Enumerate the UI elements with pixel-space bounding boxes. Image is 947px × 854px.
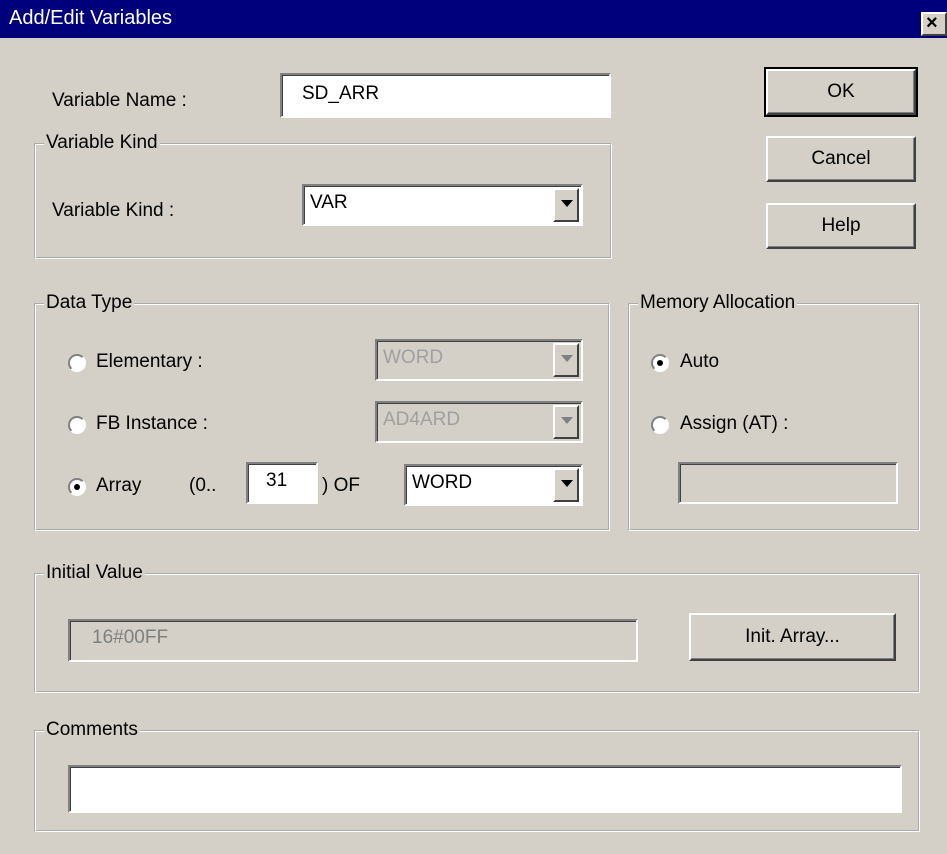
elementary-label: Elementary : bbox=[96, 351, 203, 372]
auto-label: Auto bbox=[680, 351, 720, 372]
array-element-type-value: WORD bbox=[412, 472, 473, 493]
variable-name-value: SD_ARR bbox=[302, 83, 380, 104]
array-range-start: (0.. bbox=[189, 475, 217, 496]
assign-at-label: Assign (AT) : bbox=[680, 413, 789, 434]
ok-button-label: OK bbox=[827, 81, 855, 102]
elementary-type-value: WORD bbox=[383, 347, 444, 368]
assign-address-input[interactable] bbox=[678, 462, 898, 504]
chevron-down-icon[interactable] bbox=[553, 468, 579, 502]
variable-kind-label: Variable Kind : bbox=[52, 200, 175, 221]
add-edit-variables-dialog: Add/Edit Variables × Variable Name : SD_… bbox=[0, 0, 947, 854]
fb-instance-value: AD4ARD bbox=[383, 409, 461, 430]
data-type-group-label: Data Type bbox=[44, 292, 135, 314]
close-button[interactable]: × bbox=[921, 12, 947, 36]
fb-instance-radio[interactable] bbox=[68, 416, 86, 434]
fb-instance-label: FB Instance : bbox=[96, 413, 208, 434]
array-label: Array bbox=[96, 475, 142, 496]
initial-value-value: 16#00FF bbox=[92, 627, 169, 648]
init-array-button-label: Init. Array... bbox=[745, 626, 840, 647]
memory-allocation-group-label: Memory Allocation bbox=[638, 292, 798, 314]
variable-kind-group-label: Variable Kind bbox=[44, 132, 160, 154]
auto-radio[interactable] bbox=[651, 354, 669, 372]
array-element-type-select[interactable]: WORD bbox=[404, 464, 583, 506]
variable-name-input[interactable]: SD_ARR bbox=[280, 73, 611, 118]
init-array-button[interactable]: Init. Array... bbox=[689, 613, 896, 661]
elementary-type-select[interactable]: WORD bbox=[375, 339, 583, 381]
chevron-down-icon[interactable] bbox=[553, 343, 579, 377]
help-button[interactable]: Help bbox=[766, 203, 916, 249]
comments-input[interactable] bbox=[68, 765, 902, 813]
close-icon: × bbox=[926, 12, 938, 34]
elementary-radio[interactable] bbox=[68, 354, 86, 372]
array-upper-bound-value: 31 bbox=[266, 470, 288, 491]
initial-value-group-label: Initial Value bbox=[44, 562, 145, 584]
array-upper-bound-input[interactable]: 31 bbox=[246, 462, 318, 504]
chevron-down-icon[interactable] bbox=[553, 188, 579, 222]
comments-group-label: Comments bbox=[44, 719, 140, 741]
fb-instance-select[interactable]: AD4ARD bbox=[375, 401, 583, 443]
cancel-button[interactable]: Cancel bbox=[766, 136, 916, 182]
initial-value-input[interactable]: 16#00FF bbox=[68, 619, 638, 662]
help-button-label: Help bbox=[821, 215, 861, 236]
variable-kind-select[interactable]: VAR bbox=[302, 184, 583, 226]
array-of-label: ) OF bbox=[322, 475, 360, 496]
window-title: Add/Edit Variables bbox=[9, 7, 173, 29]
cancel-button-label: Cancel bbox=[811, 148, 871, 169]
variable-name-label: Variable Name : bbox=[52, 90, 187, 111]
variable-kind-value: VAR bbox=[310, 192, 348, 213]
ok-button[interactable]: OK bbox=[764, 67, 918, 117]
assign-at-radio[interactable] bbox=[651, 416, 669, 434]
title-bar[interactable]: Add/Edit Variables × bbox=[0, 0, 947, 38]
array-radio[interactable] bbox=[68, 478, 86, 496]
chevron-down-icon[interactable] bbox=[553, 405, 579, 439]
